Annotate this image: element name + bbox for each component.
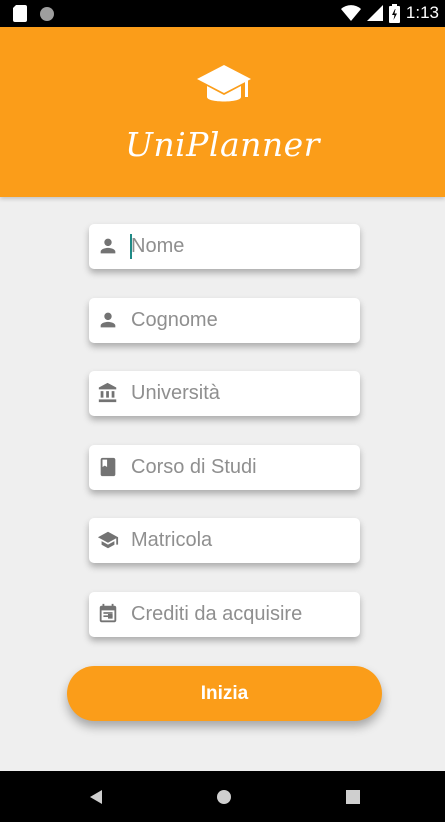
circle-notification-icon xyxy=(40,6,54,21)
matricola-input[interactable] xyxy=(131,518,353,563)
person-icon xyxy=(100,238,116,254)
back-icon[interactable] xyxy=(88,789,104,805)
person-icon xyxy=(100,312,116,328)
nome-input[interactable] xyxy=(131,224,353,269)
wifi-icon xyxy=(340,5,361,21)
status-time: 1:13 xyxy=(405,3,439,22)
book-icon xyxy=(100,457,116,477)
status-bar: 1:13 xyxy=(0,0,445,27)
signal-icon xyxy=(366,5,383,21)
crediti-field[interactable] xyxy=(89,592,360,637)
sd-card-icon xyxy=(13,5,27,22)
universita-input[interactable] xyxy=(131,371,353,416)
navigation-bar xyxy=(0,771,445,822)
home-icon[interactable] xyxy=(216,789,232,805)
matricola-field[interactable] xyxy=(89,518,360,563)
universita-field[interactable] xyxy=(89,371,360,416)
battery-icon xyxy=(388,3,400,23)
graduation-cap-icon xyxy=(97,531,119,549)
corso-di-studi-input[interactable] xyxy=(131,445,353,490)
app-header: UniPlanner xyxy=(0,27,445,197)
crediti-input[interactable] xyxy=(131,592,353,637)
cognome-field[interactable] xyxy=(89,298,360,343)
cognome-input[interactable] xyxy=(131,298,353,343)
app-title: UniPlanner xyxy=(125,125,320,164)
university-icon xyxy=(98,382,117,403)
graduation-cap-icon xyxy=(197,65,251,102)
recents-icon[interactable] xyxy=(345,789,361,805)
nome-field[interactable] xyxy=(89,224,360,269)
start-button[interactable]: Inizia xyxy=(67,666,382,721)
calendar-icon xyxy=(99,603,117,623)
corso-di-studi-field[interactable] xyxy=(89,445,360,490)
